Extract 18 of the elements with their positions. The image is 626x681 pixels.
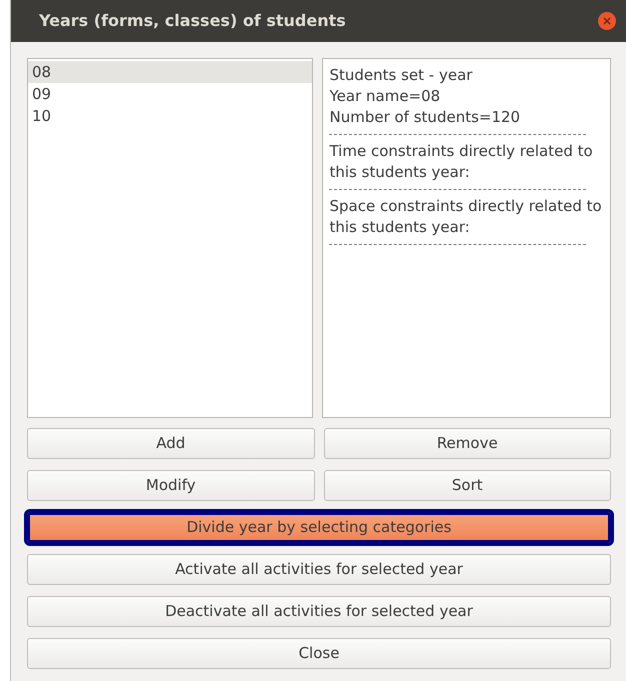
dialog-button[interactable]: Add xyxy=(27,428,314,459)
details-text: Year name=08 xyxy=(329,86,442,107)
year-item[interactable]: 09 xyxy=(28,83,312,105)
dialog-button[interactable]: Sort xyxy=(324,470,611,501)
details-text: Students set - year xyxy=(329,65,474,86)
dialog-button[interactable]: Close xyxy=(27,638,611,669)
close-icon[interactable] xyxy=(598,12,616,30)
details-text: Number of students=120 xyxy=(329,107,522,128)
dialog-button[interactable]: Modify xyxy=(27,470,314,501)
year-item[interactable]: 08 xyxy=(28,61,312,83)
details-text: Time constraints directly related to this students year: xyxy=(329,141,594,183)
details-text: Space constraints directly related to this students year: xyxy=(329,196,603,238)
window-title: Years (forms, classes) of students xyxy=(39,10,347,32)
dialog-button[interactable]: Divide year by selecting categories xyxy=(27,512,611,543)
year-item[interactable]: 10 xyxy=(28,105,312,127)
dialog-button[interactable]: Activate all activities for selected year xyxy=(27,554,611,585)
dialog-button[interactable]: Remove xyxy=(324,428,611,459)
dialog-button[interactable]: Deactivate all activities for selected year xyxy=(27,596,611,627)
